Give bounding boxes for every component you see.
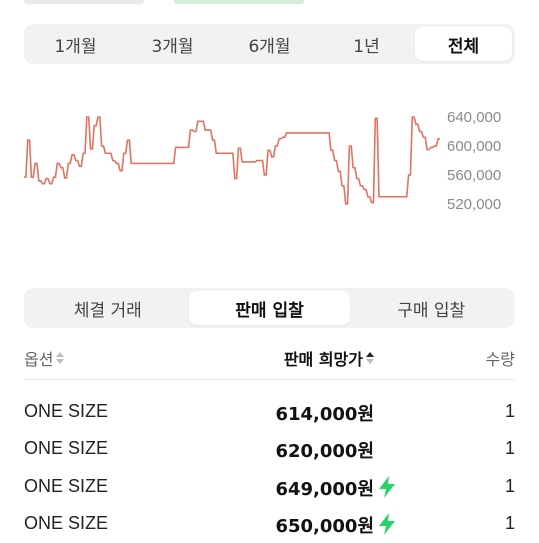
y-tick-label: 640,000 [447,109,501,126]
y-tick-label: 560,000 [447,167,501,184]
tab-period-all[interactable]: 전체 [415,27,512,61]
row-price: 620,000원 [275,441,374,462]
row-option: ONE SIZE [24,401,109,421]
tab-period-1m[interactable]: 1개월 [27,27,124,61]
qty-column-header: 수량 [486,346,515,370]
tab-period-3m[interactable]: 3개월 [124,27,221,61]
lightning-icon [379,513,395,535]
bid-table-header: 옵션 판매 희망가 수량 [24,340,515,380]
qty-header-label: 수량 [485,350,515,369]
y-tick-label: 520,000 [447,196,501,213]
tab-buy-bids[interactable]: 구매 입찰 [350,291,512,325]
row-qty: 1 [504,513,515,533]
price-chart-svg: 640,000 600,000 560,000 520,000 [24,109,501,213]
row-price: 614,000원 [275,404,374,425]
lightning-icon [379,476,395,498]
tab-sell-bids[interactable]: 판매 입찰 [188,291,351,325]
price-header-label: 판매 희망가 [283,350,363,369]
y-tick-label: 600,000 [447,138,501,155]
table-row: ONE SIZE 649,000원 1 [24,470,515,506]
row-option: ONE SIZE [24,513,109,533]
tab-completed-trades[interactable]: 체결 거래 [27,291,189,325]
clipped-top-content [24,0,324,4]
tab-period-1y[interactable]: 1년 [318,27,415,61]
clipped-text-block [24,0,144,4]
table-row: ONE SIZE 614,000원 1 [24,395,515,431]
option-header-label: 옵션 [24,350,54,369]
trade-tab-bar: 체결 거래 판매 입찰 구매 입찰 [24,288,515,328]
sort-icon [56,351,65,365]
row-qty: 1 [504,438,515,458]
sort-icon [366,351,374,365]
price-series-line [24,116,440,205]
table-row: ONE SIZE 620,000원 1 [24,432,515,468]
row-option: ONE SIZE [24,476,109,496]
row-option: ONE SIZE [24,438,109,458]
period-tab-bar: 1개월 3개월 6개월 1년 전체 [24,24,515,64]
option-column-header[interactable]: 옵션 [24,346,65,370]
row-price: 649,000원 [275,479,374,500]
row-price: 650,000원 [275,516,374,537]
tab-period-6m[interactable]: 6개월 [221,27,318,61]
row-qty: 1 [504,476,515,496]
table-row: ONE SIZE 650,000원 1 [24,507,515,543]
price-history-chart: 640,000 600,000 560,000 520,000 [0,80,539,280]
clipped-highlight-block [174,0,304,4]
price-column-header[interactable]: 판매 희망가 [284,346,374,370]
row-qty: 1 [504,401,515,421]
